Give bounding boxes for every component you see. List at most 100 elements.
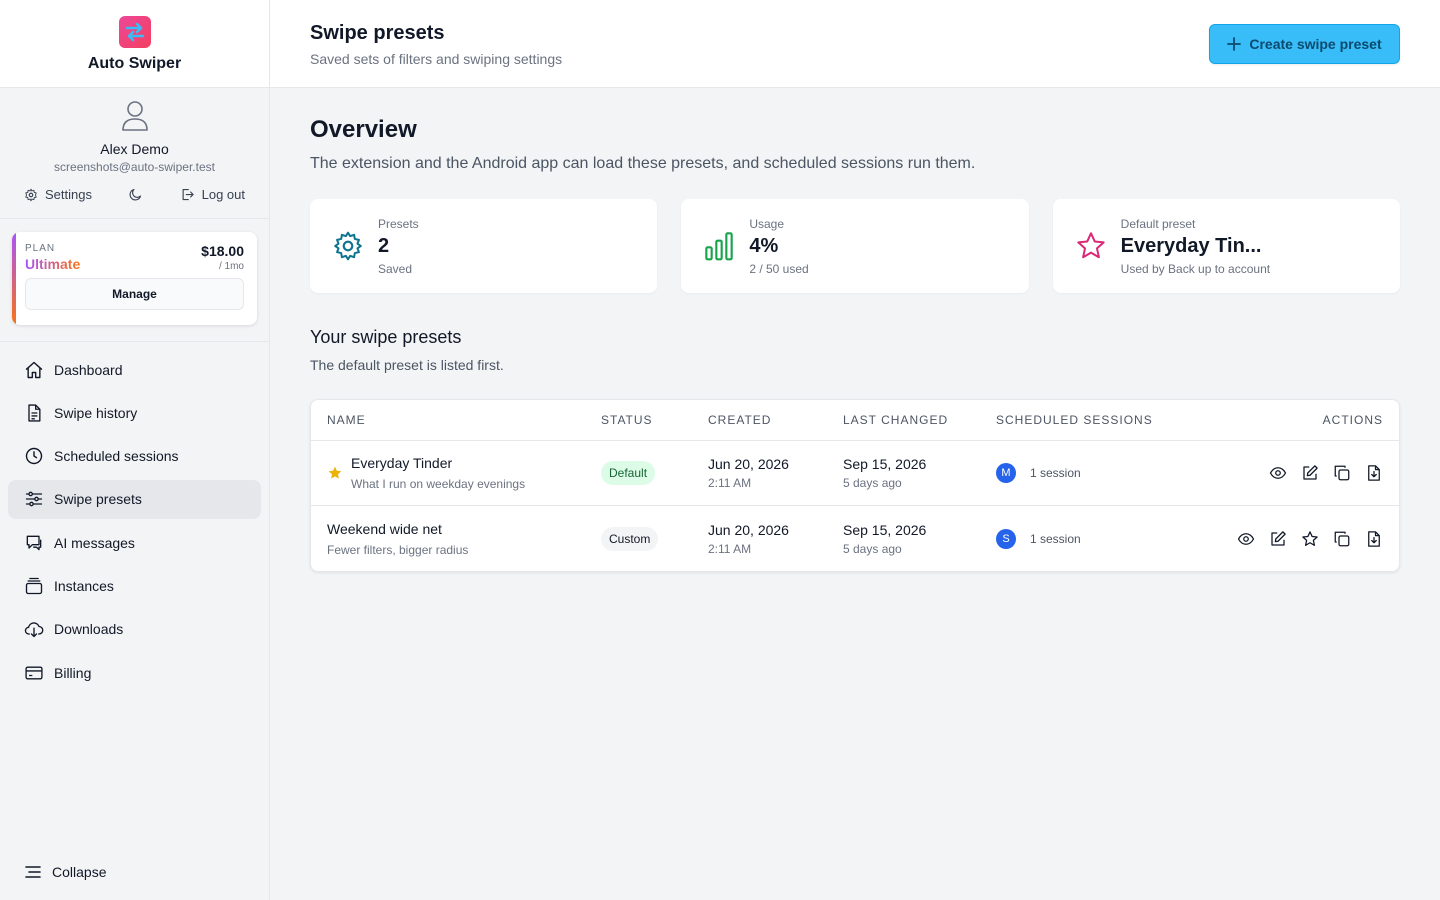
sidebar-item-billing[interactable]: Billing (8, 653, 261, 692)
plan-price: $18.00 (201, 243, 244, 259)
create-swipe-preset-button[interactable]: Create swipe preset (1209, 24, 1400, 64)
preset-name[interactable]: Weekend wide net (327, 521, 601, 537)
stat-label: Default preset (1120, 216, 1196, 231)
plan-card: PLAN Ultimate $18.00 / 1mo Manage (12, 232, 257, 325)
default-star-icon (328, 466, 342, 479)
cloud-download-icon (24, 622, 44, 638)
sidebar: Auto Swiper Alex Demo screenshots@auto-s… (0, 0, 270, 900)
edit-icon[interactable] (1269, 530, 1287, 548)
logout-link[interactable]: Log out (180, 187, 245, 202)
menu-icon (25, 866, 41, 878)
table-row[interactable]: Weekend wide net Fewer filters, bigger r… (311, 506, 1399, 571)
stat-label: Usage (749, 216, 785, 231)
export-file-icon[interactable] (1365, 464, 1383, 482)
gear-icon (25, 188, 37, 201)
user-email: screenshots@auto-swiper.test (54, 160, 215, 174)
sidebar-item-swipe-history[interactable]: Swipe history (8, 393, 261, 432)
theme-toggle[interactable] (128, 187, 143, 202)
stack-icon (25, 577, 43, 595)
scheduled-sessions[interactable]: M 1 session (996, 463, 1206, 483)
plan-name: Ultimate (25, 256, 81, 272)
brand-name: Auto Swiper (87, 55, 182, 72)
preset-description: Fewer filters, bigger radius (327, 542, 469, 557)
sidebar-nav: Dashboard Swipe history Scheduled sessio… (0, 350, 269, 692)
column-header-name[interactable]: NAME (311, 413, 601, 427)
table-header: NAME STATUS CREATED LAST CHANGED SCHEDUL… (311, 400, 1399, 441)
sidebar-item-label: Instances (54, 577, 114, 594)
settings-link[interactable]: Settings (24, 187, 92, 202)
eye-icon[interactable] (1237, 530, 1255, 548)
sidebar-item-instances[interactable]: Instances (8, 566, 261, 605)
sidebar-item-dashboard[interactable]: Dashboard (8, 350, 261, 389)
logout-label: Log out (201, 187, 245, 202)
stat-desc: Used by Back up to account (1120, 261, 1271, 276)
collapse-label: Collapse (52, 864, 107, 880)
section-title: Your swipe presets (310, 327, 462, 347)
sidebar-item-label: Dashboard (54, 361, 123, 378)
sliders-icon (25, 492, 43, 507)
column-header-scheduled-sessions[interactable]: SCHEDULED SESSIONS (996, 413, 1206, 427)
overview-title: Overview (310, 116, 417, 143)
plan-label: PLAN (25, 243, 56, 254)
created-date: Jun 20, 2026 (708, 456, 789, 472)
clock-icon (25, 447, 43, 465)
stat-card-default-preset: Default preset Everyday Tin... Used by B… (1052, 199, 1400, 293)
main-content: Overview The extension and the Android a… (310, 88, 1400, 572)
status-badge: Default (601, 461, 656, 485)
user-name: Alex Demo (100, 141, 169, 157)
session-avatar: M (996, 463, 1016, 483)
page-title: Swipe presets (310, 22, 445, 44)
column-header-created[interactable]: CREATED (708, 413, 843, 427)
changed-date: Sep 15, 2026 (843, 521, 927, 538)
sidebar-item-ai-messages[interactable]: AI messages (8, 523, 261, 562)
create-button-label: Create swipe preset (1249, 36, 1382, 52)
document-icon (28, 404, 41, 422)
sidebar-item-scheduled-sessions[interactable]: Scheduled sessions (8, 437, 261, 476)
changed-date: Sep 15, 2026 (843, 456, 927, 472)
sidebar-item-swipe-presets[interactable]: Swipe presets (8, 479, 261, 519)
logout-icon (182, 188, 194, 201)
session-count: 1 session (1030, 466, 1081, 480)
chat-icon (26, 535, 42, 551)
eye-icon[interactable] (1269, 464, 1287, 482)
table-row[interactable]: Everyday Tinder What I run on weekday ev… (311, 441, 1399, 506)
sidebar-item-downloads[interactable]: Downloads (8, 610, 261, 649)
sidebar-item-label: Swipe presets (54, 491, 142, 508)
user-profile: Alex Demo screenshots@auto-swiper.test S… (0, 88, 269, 202)
overview-subtitle: The extension and the Android app can lo… (310, 155, 976, 172)
set-default-star-icon[interactable] (1301, 530, 1319, 548)
preset-name[interactable]: Everyday Tinder (351, 455, 525, 471)
scheduled-sessions[interactable]: S 1 session (996, 528, 1206, 549)
brand: Auto Swiper (0, 0, 269, 88)
session-count: 1 session (1030, 531, 1081, 546)
session-avatar: S (996, 528, 1016, 549)
copy-icon[interactable] (1333, 464, 1351, 482)
created-date: Jun 20, 2026 (708, 521, 789, 538)
user-avatar-icon (121, 101, 148, 131)
edit-icon[interactable] (1301, 464, 1319, 482)
status-badge: Custom (601, 526, 659, 551)
stat-desc: Saved (378, 261, 413, 276)
row-actions (1237, 530, 1383, 548)
column-header-actions: ACTIONS (1322, 413, 1383, 427)
sidebar-item-label: Billing (54, 664, 92, 681)
presets-table: NAME STATUS CREATED LAST CHANGED SCHEDUL… (310, 399, 1400, 572)
settings-label: Settings (45, 187, 92, 202)
manage-plan-button[interactable]: Manage (25, 278, 244, 310)
page-header: Swipe presets Saved sets of filters and … (270, 0, 1440, 88)
collapse-button[interactable]: Collapse (24, 864, 106, 880)
brand-logo[interactable] (118, 16, 151, 48)
row-actions (1269, 464, 1383, 482)
changed-ago: 5 days ago (843, 541, 902, 556)
copy-icon[interactable] (1333, 530, 1351, 548)
plan-period: / 1mo (218, 261, 244, 272)
column-header-status[interactable]: STATUS (601, 413, 708, 427)
stat-value: 2 (378, 234, 390, 257)
moon-icon (129, 188, 142, 201)
gear-icon (334, 231, 362, 261)
section-subtitle: The default preset is listed first. (310, 357, 504, 373)
export-file-icon[interactable] (1365, 530, 1383, 548)
stat-value: Everyday Tin... (1120, 234, 1262, 257)
column-header-last-changed[interactable]: LAST CHANGED (843, 413, 996, 427)
stat-label: Presets (378, 216, 419, 231)
